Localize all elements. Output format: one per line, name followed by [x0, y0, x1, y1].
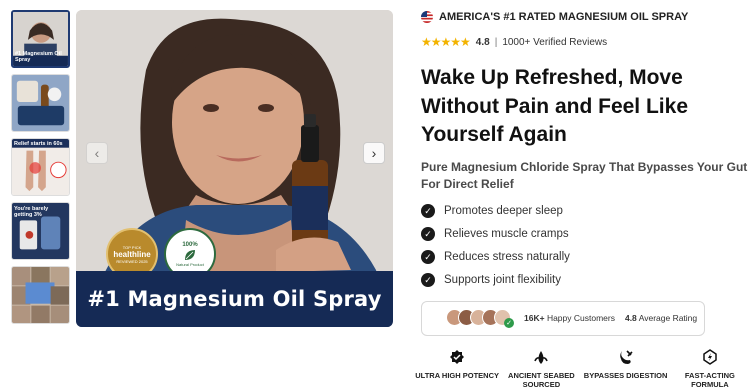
feature-digestion: BYPASSES DIGESTION: [584, 348, 668, 389]
check-icon: ✓: [421, 250, 435, 264]
rating-separator: |: [494, 36, 498, 48]
feature-fast-acting: FAST-ACTING FORMULA: [668, 348, 752, 389]
leaf-icon: [185, 249, 195, 260]
chevron-right-icon: ›: [371, 145, 377, 161]
review-count: 1000+ Verified Reviews: [502, 36, 608, 48]
feature-label: ANCIENT SEABED SOURCED: [508, 370, 575, 389]
average-rating-label: Average Rating: [638, 313, 698, 323]
customer-count-value: 16K+: [524, 313, 545, 323]
main-product-image: TOP PICK healthline REVIEWED 2025 100% N…: [76, 10, 393, 327]
feature-icons: ULTRA HIGH POTENCY ANCIENT SEABED SOURCE…: [415, 348, 752, 389]
hero-banner: #1 Magnesium Oil Spray: [76, 271, 393, 327]
thumbnail-5[interactable]: [11, 266, 70, 324]
lightning-gear-icon: [701, 348, 719, 366]
badge-check-icon: [448, 348, 466, 366]
badge-bottom-text: Natural Product: [176, 261, 204, 267]
badge-bottom-text: REVIEWED 2025: [116, 258, 148, 264]
customer-count-label: Happy Customers: [546, 313, 615, 323]
benefit-item: ✓ Supports joint flexibility: [421, 269, 752, 292]
star-rating-icon: ★★★★★: [421, 35, 471, 49]
thumbnail-caption: #1 Magnesium Oil Spray: [15, 51, 62, 63]
benefit-text: Promotes deeper sleep: [444, 205, 563, 217]
product-info: AMERICA'S #1 RATED MAGNESIUM OIL SPRAY ★…: [415, 10, 752, 389]
tagline-text: AMERICA'S #1 RATED MAGNESIUM OIL SPRAY: [439, 11, 689, 23]
check-icon: ✓: [421, 227, 435, 241]
product-headline: Wake Up Refreshed, Move Without Pain and…: [421, 66, 689, 146]
benefit-item: ✓ Relieves muscle cramps: [421, 223, 752, 246]
thumbnail-caption: Relief starts in 60s: [14, 141, 63, 147]
average-rating: 4.8 Average Rating: [625, 313, 697, 323]
hero-banner-text: #1 Magnesium Oil Spray: [87, 287, 382, 311]
customer-count: 16K+ Happy Customers: [524, 313, 615, 323]
verified-check-icon: ✓: [504, 317, 514, 328]
thumbnail-1[interactable]: #1 Magnesium Oil Spray: [11, 10, 70, 68]
chevron-left-icon: ‹: [94, 145, 100, 161]
tagline: AMERICA'S #1 RATED MAGNESIUM OIL SPRAY: [421, 10, 752, 24]
benefit-text: Reduces stress naturally: [444, 251, 570, 263]
feature-seabed: ANCIENT SEABED SOURCED: [499, 348, 583, 389]
average-rating-value: 4.8: [624, 313, 637, 323]
customer-avatars: ✓: [446, 308, 514, 328]
feature-label: FAST-ACTING FORMULA: [684, 370, 735, 389]
feature-label: BYPASSES DIGESTION: [583, 370, 668, 380]
benefit-item: ✓ Promotes deeper sleep: [421, 200, 752, 223]
badge-name: healthline: [113, 249, 151, 259]
seaweed-icon: [532, 348, 550, 366]
thumbnail-2[interactable]: [11, 74, 70, 132]
benefit-text: Relieves muscle cramps: [444, 228, 569, 240]
prev-image-button[interactable]: ‹: [86, 142, 108, 164]
feature-potency: ULTRA HIGH POTENCY: [415, 348, 499, 389]
check-icon: ✓: [421, 273, 435, 287]
feature-label: ULTRA HIGH POTENCY: [415, 370, 499, 380]
thumbnail-3[interactable]: Relief starts in 60s: [11, 138, 70, 196]
stomach-bypass-icon: [617, 348, 635, 366]
rating-row[interactable]: ★★★★★ 4.8 | 1000+ Verified Reviews: [421, 35, 752, 49]
benefit-text: Supports joint flexibility: [444, 274, 561, 286]
benefit-item: ✓ Reduces stress naturally: [421, 246, 752, 269]
thumbnail-caption: You're barely getting 3%: [14, 206, 49, 218]
thumbnail-4[interactable]: You're barely getting 3%: [11, 202, 70, 260]
product-page: #1 Magnesium Oil Spray Relief starts in …: [0, 0, 752, 392]
check-icon: ✓: [421, 204, 435, 218]
us-flag-icon: [421, 11, 433, 23]
product-subheadline: Pure Magnesium Chloride Spray That Bypas…: [421, 159, 748, 191]
next-image-button[interactable]: ›: [363, 142, 385, 164]
social-proof-box: ✓ 16K+ Happy Customers 4.8 Average Ratin…: [421, 300, 705, 336]
benefit-list: ✓ Promotes deeper sleep ✓ Relieves muscle …: [421, 200, 752, 292]
rating-value: 4.8: [475, 36, 490, 48]
thumbnail-strip: #1 Magnesium Oil Spray Relief starts in …: [11, 10, 70, 330]
